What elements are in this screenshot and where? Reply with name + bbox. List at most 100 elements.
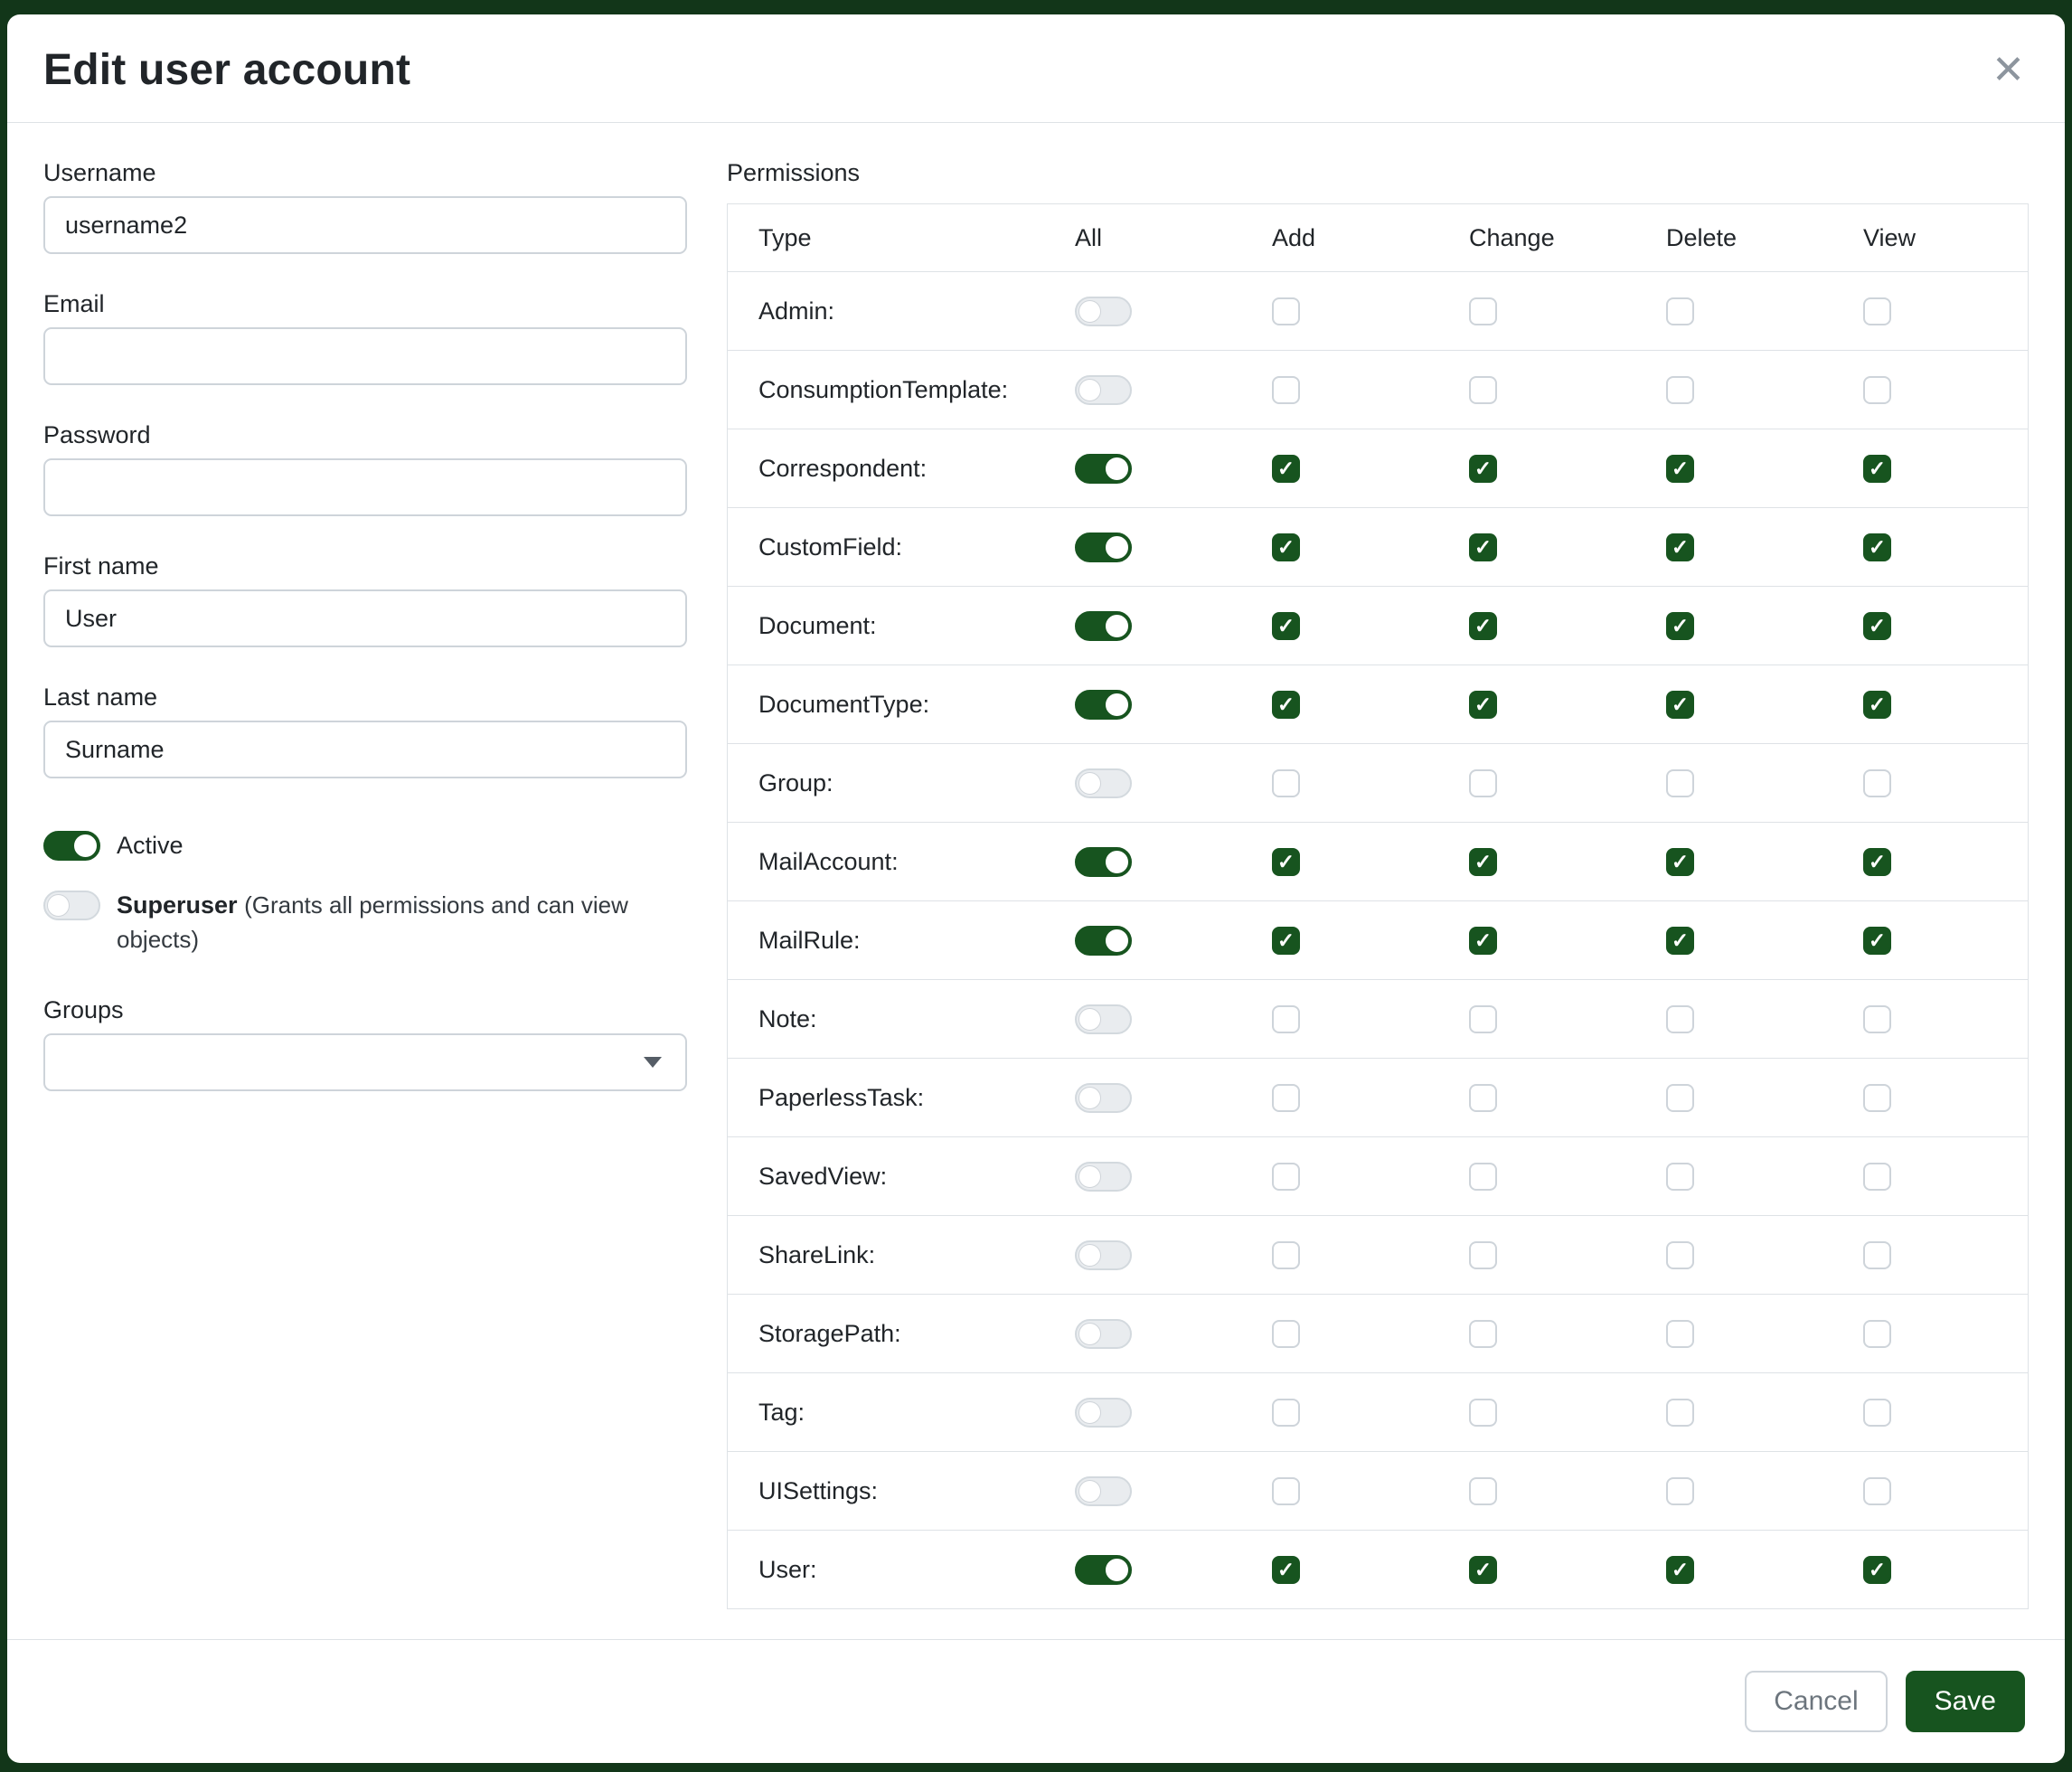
permission-change-checkbox[interactable] xyxy=(1469,1005,1497,1033)
permission-delete-checkbox[interactable] xyxy=(1666,376,1694,404)
permission-change-checkbox[interactable] xyxy=(1469,769,1497,797)
permission-delete-checkbox[interactable] xyxy=(1666,1005,1694,1033)
username-field[interactable] xyxy=(43,196,687,254)
permission-change-checkbox[interactable]: ✓ xyxy=(1469,612,1497,640)
permission-delete-checkbox[interactable]: ✓ xyxy=(1666,927,1694,955)
permission-add-checkbox[interactable] xyxy=(1272,1399,1300,1427)
permission-all-toggle[interactable] xyxy=(1075,847,1132,877)
permission-all-toggle[interactable] xyxy=(1075,690,1132,720)
permission-all-toggle[interactable] xyxy=(1075,454,1132,484)
permission-delete-checkbox[interactable] xyxy=(1666,769,1694,797)
email-field[interactable] xyxy=(43,327,687,385)
active-row: Active xyxy=(43,829,687,863)
permission-add-checkbox[interactable] xyxy=(1272,376,1300,404)
permission-delete-checkbox[interactable]: ✓ xyxy=(1666,455,1694,483)
permission-view-checkbox[interactable]: ✓ xyxy=(1863,927,1891,955)
permission-delete-checkbox[interactable]: ✓ xyxy=(1666,612,1694,640)
permission-change-checkbox[interactable]: ✓ xyxy=(1469,848,1497,876)
permission-view-checkbox[interactable]: ✓ xyxy=(1863,691,1891,719)
user-form: Username Email Password First name Last … xyxy=(43,159,687,1621)
permission-delete-checkbox[interactable]: ✓ xyxy=(1666,1556,1694,1584)
save-button[interactable]: Save xyxy=(1906,1671,2025,1732)
permission-add-checkbox[interactable] xyxy=(1272,1477,1300,1505)
permission-delete-checkbox[interactable] xyxy=(1666,297,1694,325)
permission-view-checkbox[interactable] xyxy=(1863,769,1891,797)
permission-change-checkbox[interactable] xyxy=(1469,1241,1497,1269)
permission-change-checkbox[interactable] xyxy=(1469,1477,1497,1505)
permission-view-checkbox[interactable]: ✓ xyxy=(1863,612,1891,640)
permission-view-checkbox[interactable]: ✓ xyxy=(1863,533,1891,561)
permission-add-checkbox[interactable]: ✓ xyxy=(1272,533,1300,561)
permission-view-checkbox[interactable]: ✓ xyxy=(1863,455,1891,483)
permission-all-toggle[interactable] xyxy=(1075,1004,1132,1034)
permission-change-checkbox[interactable] xyxy=(1469,1399,1497,1427)
permission-change-checkbox[interactable] xyxy=(1469,297,1497,325)
permission-all-toggle[interactable] xyxy=(1075,1162,1132,1192)
permission-all-toggle[interactable] xyxy=(1075,1555,1132,1585)
superuser-toggle[interactable] xyxy=(43,891,100,920)
permission-add-checkbox[interactable] xyxy=(1272,1005,1300,1033)
permission-all-toggle[interactable] xyxy=(1075,297,1132,326)
permission-delete-checkbox[interactable] xyxy=(1666,1163,1694,1191)
permission-delete-checkbox[interactable] xyxy=(1666,1084,1694,1112)
permission-view-checkbox[interactable]: ✓ xyxy=(1863,848,1891,876)
permission-add-checkbox[interactable]: ✓ xyxy=(1272,455,1300,483)
permission-delete-checkbox[interactable]: ✓ xyxy=(1666,533,1694,561)
active-label: Active xyxy=(117,829,184,863)
permission-all-toggle[interactable] xyxy=(1075,1083,1132,1113)
permission-all-toggle[interactable] xyxy=(1075,375,1132,405)
permission-view-checkbox[interactable] xyxy=(1863,1241,1891,1269)
permission-all-toggle[interactable] xyxy=(1075,926,1132,956)
permission-all-toggle[interactable] xyxy=(1075,1398,1132,1428)
permission-add-checkbox[interactable]: ✓ xyxy=(1272,1556,1300,1584)
permission-change-checkbox[interactable]: ✓ xyxy=(1469,691,1497,719)
permission-view-checkbox[interactable] xyxy=(1863,1084,1891,1112)
permission-add-checkbox[interactable]: ✓ xyxy=(1272,848,1300,876)
permission-delete-checkbox[interactable] xyxy=(1666,1320,1694,1348)
permission-add-checkbox[interactable] xyxy=(1272,1320,1300,1348)
permission-change-checkbox[interactable]: ✓ xyxy=(1469,927,1497,955)
permission-delete-checkbox[interactable] xyxy=(1666,1241,1694,1269)
permission-delete-checkbox[interactable]: ✓ xyxy=(1666,691,1694,719)
permission-add-checkbox[interactable] xyxy=(1272,1163,1300,1191)
last-name-field[interactable] xyxy=(43,721,687,778)
first-name-field[interactable] xyxy=(43,589,687,647)
email-label: Email xyxy=(43,290,687,318)
groups-select[interactable] xyxy=(43,1033,687,1091)
permission-add-checkbox[interactable]: ✓ xyxy=(1272,927,1300,955)
permission-change-checkbox[interactable]: ✓ xyxy=(1469,1556,1497,1584)
permission-add-checkbox[interactable]: ✓ xyxy=(1272,691,1300,719)
permission-view-checkbox[interactable] xyxy=(1863,1163,1891,1191)
permission-view-checkbox[interactable] xyxy=(1863,1477,1891,1505)
permission-view-checkbox[interactable]: ✓ xyxy=(1863,1556,1891,1584)
permission-all-toggle[interactable] xyxy=(1075,768,1132,798)
permission-change-checkbox[interactable] xyxy=(1469,1084,1497,1112)
close-icon[interactable]: ✕ xyxy=(1992,51,2025,90)
permission-all-toggle[interactable] xyxy=(1075,533,1132,562)
permission-change-checkbox[interactable] xyxy=(1469,376,1497,404)
permission-change-checkbox[interactable] xyxy=(1469,1320,1497,1348)
permission-view-checkbox[interactable] xyxy=(1863,1005,1891,1033)
permission-change-checkbox[interactable] xyxy=(1469,1163,1497,1191)
active-toggle[interactable] xyxy=(43,831,100,861)
permission-view-checkbox[interactable] xyxy=(1863,297,1891,325)
permission-all-toggle[interactable] xyxy=(1075,1476,1132,1506)
permission-all-toggle[interactable] xyxy=(1075,1240,1132,1270)
permission-change-checkbox[interactable]: ✓ xyxy=(1469,533,1497,561)
permission-all-toggle[interactable] xyxy=(1075,1319,1132,1349)
permission-view-checkbox[interactable] xyxy=(1863,376,1891,404)
permission-add-checkbox[interactable] xyxy=(1272,769,1300,797)
permission-add-checkbox[interactable] xyxy=(1272,1084,1300,1112)
permission-view-checkbox[interactable] xyxy=(1863,1320,1891,1348)
permission-delete-checkbox[interactable]: ✓ xyxy=(1666,848,1694,876)
password-field[interactable] xyxy=(43,458,687,516)
permission-delete-checkbox[interactable] xyxy=(1666,1477,1694,1505)
permission-add-checkbox[interactable] xyxy=(1272,297,1300,325)
permission-all-toggle[interactable] xyxy=(1075,611,1132,641)
permission-add-checkbox[interactable] xyxy=(1272,1241,1300,1269)
cancel-button[interactable]: Cancel xyxy=(1745,1671,1887,1732)
permission-change-checkbox[interactable]: ✓ xyxy=(1469,455,1497,483)
permission-add-checkbox[interactable]: ✓ xyxy=(1272,612,1300,640)
permission-delete-checkbox[interactable] xyxy=(1666,1399,1694,1427)
permission-view-checkbox[interactable] xyxy=(1863,1399,1891,1427)
